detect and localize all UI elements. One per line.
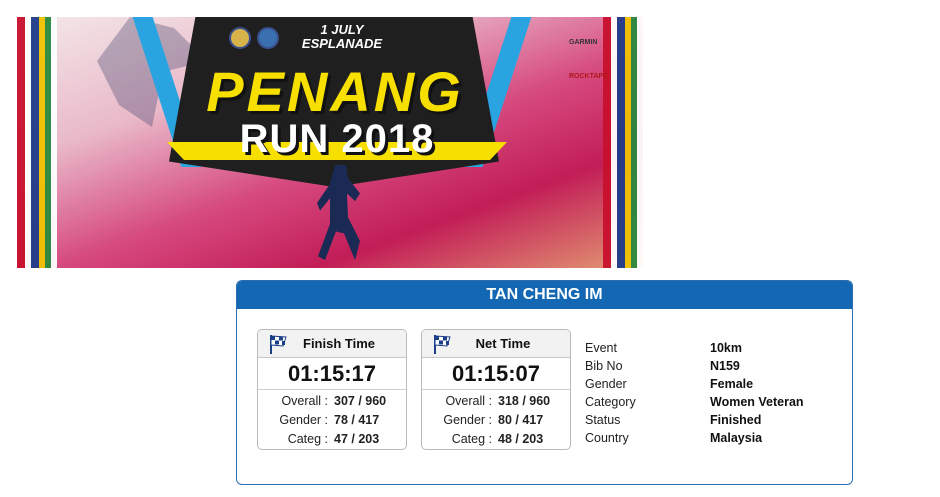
info-value: Malaysia bbox=[710, 431, 763, 445]
info-label: Category bbox=[585, 395, 636, 409]
flags-left-decoration bbox=[17, 17, 57, 268]
rank-value: 47 / 203 bbox=[334, 432, 380, 446]
info-value: 10km bbox=[710, 341, 742, 355]
rank-value: 78 / 417 bbox=[334, 413, 380, 427]
info-label: Status bbox=[585, 413, 621, 427]
finish-gender-rank: Gender : 78 / 417 bbox=[258, 411, 406, 430]
sponsor-garmin: GARMIN bbox=[569, 39, 598, 46]
participant-info: Event 10km Bib No N159 Gender Female Cat… bbox=[585, 339, 845, 447]
rank-label: Overall : bbox=[445, 394, 492, 408]
net-time-title: Net Time bbox=[475, 336, 531, 351]
info-label: Gender bbox=[585, 377, 627, 391]
participant-name: TAN CHENG IM bbox=[237, 281, 852, 309]
info-label: Bib No bbox=[585, 359, 623, 373]
info-row-event: Event 10km bbox=[585, 339, 845, 357]
info-row-bib: Bib No N159 bbox=[585, 357, 845, 375]
info-label: Country bbox=[585, 431, 629, 445]
rank-value: 48 / 203 bbox=[498, 432, 544, 446]
info-value: Finished bbox=[710, 413, 762, 427]
info-row-country: Country Malaysia bbox=[585, 429, 845, 447]
crest-logo bbox=[257, 27, 279, 49]
info-row-category: Category Women Veteran bbox=[585, 393, 845, 411]
info-label: Event bbox=[585, 341, 617, 355]
rank-label: Categ : bbox=[287, 432, 328, 446]
finish-time-header: Finish Time bbox=[258, 330, 406, 358]
flags-right-decoration bbox=[603, 17, 643, 268]
finish-category-rank: Categ : 47 / 203 bbox=[258, 430, 406, 449]
finish-time-title: Finish Time bbox=[303, 336, 375, 351]
info-value: N159 bbox=[710, 359, 740, 373]
crest-logo bbox=[229, 27, 251, 49]
net-time-value: 01:15:07 bbox=[422, 358, 570, 390]
info-row-gender: Gender Female bbox=[585, 375, 845, 393]
banner-subtitle: RUN 2018 bbox=[239, 117, 435, 161]
event-date: 1 JULY ESPLANADE bbox=[287, 23, 397, 51]
rank-label: Categ : bbox=[451, 432, 492, 446]
net-overall-rank: Overall : 318 / 960 bbox=[422, 392, 570, 411]
result-card: TAN CHENG IM Finish Time 01:15:17 Overal… bbox=[236, 280, 853, 485]
rank-value: 80 / 417 bbox=[498, 413, 544, 427]
info-value: Women Veteran bbox=[710, 395, 804, 409]
net-time-header: Net Time bbox=[422, 330, 570, 358]
info-row-status: Status Finished bbox=[585, 411, 845, 429]
banner-title: PENANG bbox=[206, 60, 464, 123]
finish-time-box: Finish Time 01:15:17 Overall : 307 / 960… bbox=[257, 329, 407, 450]
net-category-rank: Categ : 48 / 203 bbox=[422, 430, 570, 449]
rank-label: Gender : bbox=[443, 413, 492, 427]
rank-value: 307 / 960 bbox=[334, 394, 387, 408]
rank-value: 318 / 960 bbox=[498, 394, 551, 408]
finish-overall-rank: Overall : 307 / 960 bbox=[258, 392, 406, 411]
info-value: Female bbox=[710, 377, 754, 391]
sponsor-rocktape: ROCKTAPE bbox=[569, 73, 608, 80]
event-venue: ESPLANADE bbox=[301, 36, 383, 51]
finish-time-value: 01:15:17 bbox=[258, 358, 406, 390]
event-date-line1: 1 JULY bbox=[320, 22, 364, 37]
net-time-box: Net Time 01:15:07 Overall : 318 / 960 Ge… bbox=[421, 329, 571, 450]
net-gender-rank: Gender : 80 / 417 bbox=[422, 411, 570, 430]
rank-label: Gender : bbox=[279, 413, 328, 427]
event-banner: 1 JULY ESPLANADE PENANG RUN 2018 GARMIN … bbox=[17, 17, 643, 268]
rank-label: Overall : bbox=[281, 394, 328, 408]
